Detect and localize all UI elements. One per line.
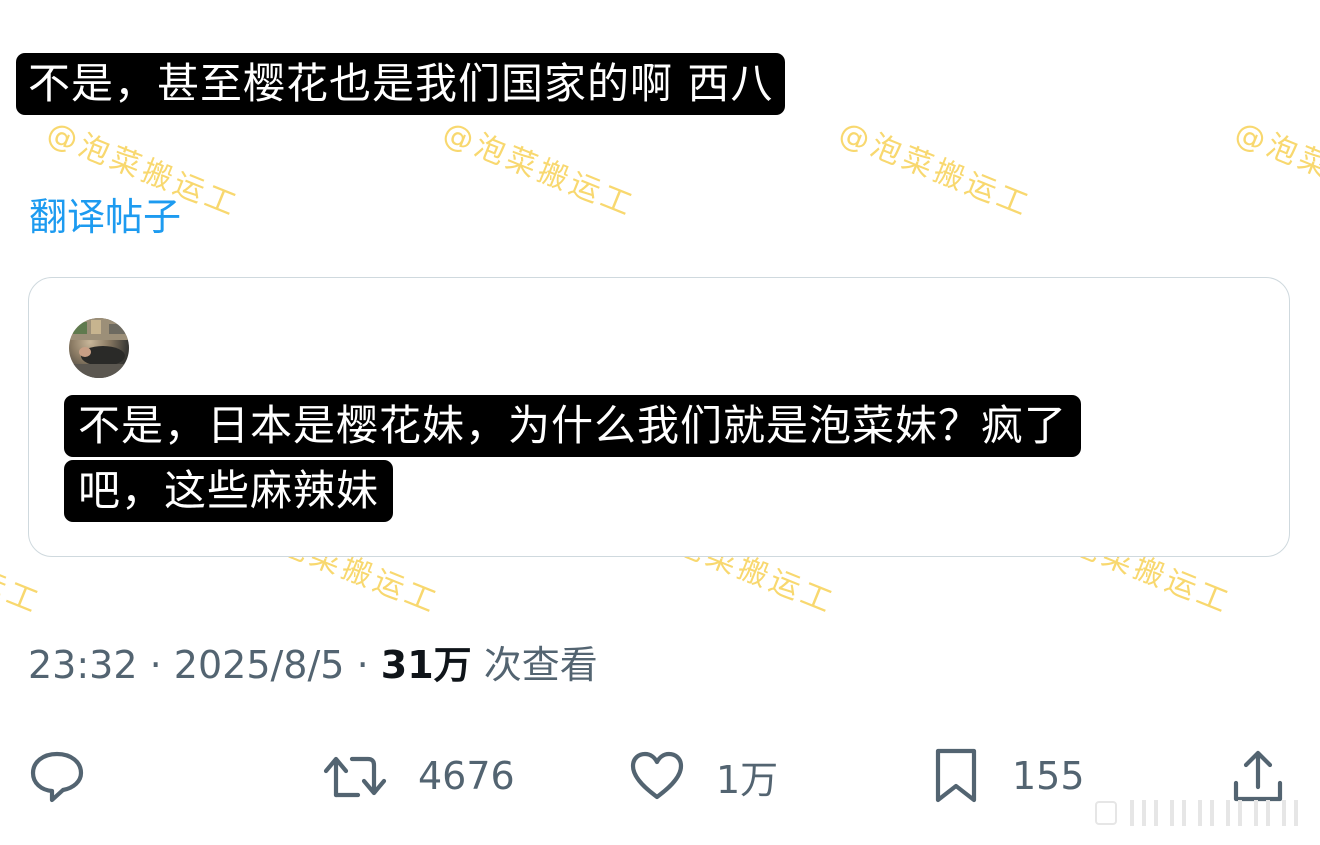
- post-meta: 23:32 · 2025/8/5 · 31万 次查看: [28, 640, 598, 690]
- post-time[interactable]: 23:32: [28, 643, 138, 687]
- bookmark-count: 155: [1012, 754, 1085, 798]
- meta-separator: ·: [149, 643, 162, 687]
- retweet-icon: [322, 751, 388, 801]
- share-icon: [1230, 747, 1286, 805]
- like-count: 1万: [716, 757, 779, 802]
- post-caption: 不是，甚至樱花也是我们国家的啊 西八: [16, 53, 786, 115]
- quoted-post-caption-line: 吧，这些麻辣妹: [64, 460, 394, 522]
- quoted-post-caption-line: 不是，日本是樱花妹，为什么我们就是泡菜妹？疯了: [64, 395, 1082, 457]
- bookmark-icon: [930, 747, 982, 805]
- views-count: 31万: [380, 643, 472, 687]
- like-button[interactable]: 1万: [628, 748, 778, 804]
- meta-separator: ·: [356, 643, 369, 687]
- watermark-text: @泡菜搬运工: [437, 115, 641, 225]
- reply-icon: [28, 748, 86, 804]
- watermark-text: @泡菜搬运工: [1229, 115, 1320, 225]
- bookmark-button[interactable]: 155: [930, 748, 1085, 804]
- heart-icon: [628, 750, 686, 802]
- retweet-count: 4676: [418, 754, 515, 798]
- post-date[interactable]: 2025/8/5: [174, 643, 345, 687]
- views-label: 次查看: [483, 643, 598, 687]
- reply-button[interactable]: [28, 748, 86, 804]
- retweet-button[interactable]: 4676: [322, 748, 515, 804]
- share-button[interactable]: [1230, 748, 1286, 804]
- translate-post-link[interactable]: 翻译帖子: [29, 192, 181, 242]
- watermark-text: @泡菜搬运工: [833, 115, 1037, 225]
- avatar[interactable]: [69, 318, 129, 378]
